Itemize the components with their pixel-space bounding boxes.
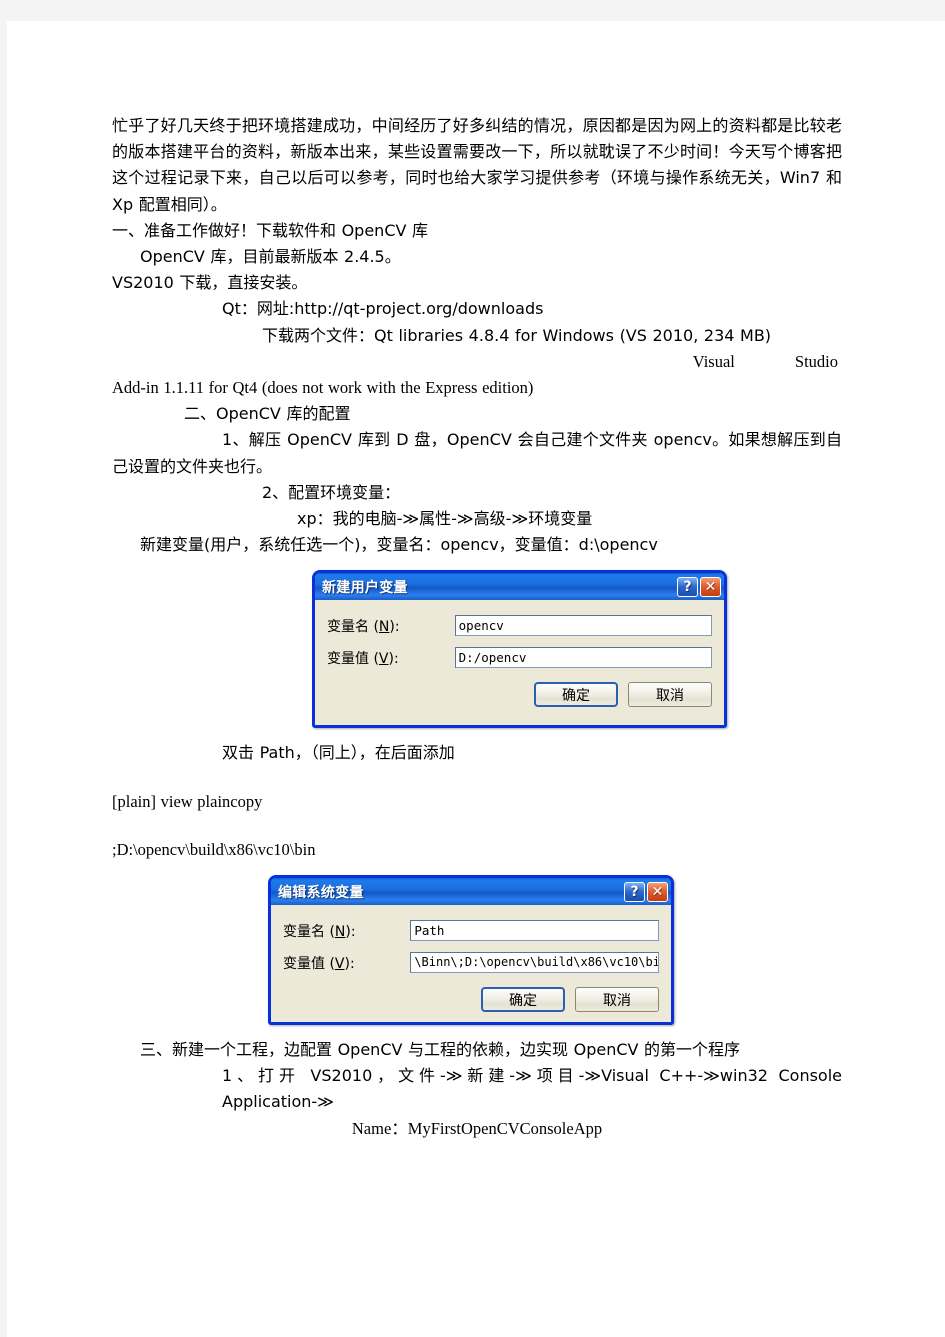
paragraph-xp-path: xp：我的电脑-≫属性-≫高级-≫环境变量	[297, 509, 593, 529]
word-studio: Studio	[794, 351, 838, 371]
dialog-title: 新建用户变量	[322, 579, 408, 596]
label-accesskey: N	[334, 923, 346, 940]
variable-value-label: 变量值 (V):	[283, 953, 410, 973]
label-prefix: 变量值 (	[283, 955, 335, 972]
paragraph-intro: 忙乎了好几天终于把环境搭建成功，中间经历了好多纠结的情况，原因都是因为网上的资料…	[112, 116, 842, 214]
label-suffix: ):	[344, 955, 355, 972]
field-row-variable-name: 变量名 (N): opencv	[327, 615, 712, 637]
titlebar-buttons: ? ✕	[677, 576, 721, 597]
label-accesskey: N	[378, 618, 390, 635]
help-icon[interactable]: ?	[624, 881, 645, 902]
paragraph-vs2010-download: VS2010 下载，直接安装。	[112, 273, 308, 293]
field-row-variable-value: 变量值 (V): \Binn\;D:\opencv\build\x86\vc10…	[283, 952, 659, 974]
dialog-edit-system-variable[interactable]: 编辑系统变量 ? ✕ 变量名 (N): Path 变量值 (V): \Binn\…	[268, 875, 674, 1026]
paragraph-opencv-version: OpenCV 库，目前最新版本 2.4.5。	[140, 247, 401, 267]
paragraph-step-2: 2、配置环境变量：	[262, 482, 401, 502]
paragraph-step-1: 1、解压 OpenCV 库到 D 盘，OpenCV 会自己建个文件夹 openc…	[112, 430, 842, 476]
variable-value-input[interactable]: D:/opencv	[454, 647, 712, 669]
paragraph-path-snippet: ;D:\opencv\build\x86\vc10\bin	[112, 839, 316, 859]
label-accesskey: V	[378, 650, 389, 667]
variable-name-label: 变量名 (N):	[283, 921, 410, 941]
dialog-titlebar[interactable]: 新建用户变量 ? ✕	[315, 573, 724, 601]
dialog-title: 编辑系统变量	[278, 884, 364, 901]
document-body: 忙乎了好几天终于把环境搭建成功，中间经历了好多纠结的情况，原因都是因为网上的资料…	[112, 113, 842, 1142]
paragraph-double-click-path: 双击 Path，（同上），在后面添加	[222, 743, 455, 763]
dialog-button-row: 确定 取消	[283, 987, 659, 1013]
titlebar-buttons: ? ✕	[624, 881, 668, 902]
word-visual: Visual	[692, 351, 735, 371]
cancel-button[interactable]: 取消	[575, 987, 659, 1013]
heading-section-three: 三、新建一个工程，边配置 OpenCV 与工程的依赖，边实现 OpenCV 的第…	[140, 1040, 741, 1060]
paragraph-step-open-vs: 1、打开 VS2010，文件-≫新建-≫项目-≫Visual C++-≫win3…	[222, 1066, 842, 1112]
paragraph-plain-view-copy: [plain] view plaincopy	[112, 791, 263, 811]
close-icon[interactable]: ✕	[647, 881, 668, 902]
close-icon[interactable]: ✕	[700, 576, 721, 597]
label-suffix: ):	[389, 618, 400, 635]
paragraph-new-variable: 新建变量(用户，系统任选一个)，变量名：opencv，变量值：d:\opencv	[140, 535, 658, 555]
label-prefix: 变量名 (	[327, 618, 379, 635]
ok-button[interactable]: 确定	[534, 682, 618, 708]
paragraph-qt-addin: Add-in 1.1.11 for Qt4 (does not work wit…	[112, 378, 534, 398]
field-row-variable-name: 变量名 (N): Path	[283, 920, 659, 942]
ok-button[interactable]: 确定	[481, 987, 565, 1013]
label-suffix: ):	[345, 923, 356, 940]
variable-name-input[interactable]: Path	[410, 920, 659, 942]
field-row-variable-value: 变量值 (V): D:/opencv	[327, 647, 712, 669]
dialog-titlebar[interactable]: 编辑系统变量 ? ✕	[271, 878, 671, 906]
help-icon[interactable]: ?	[677, 576, 698, 597]
label-accesskey: V	[334, 955, 345, 972]
dialog-new-user-variable[interactable]: 新建用户变量 ? ✕ 变量名 (N): opencv 变量值 (V): D:/o…	[312, 570, 727, 729]
document-page: 忙乎了好几天终于把环境搭建成功，中间经历了好多纠结的情况，原因都是因为网上的资料…	[7, 21, 945, 1337]
paragraph-project-name: Name：MyFirstOpenCVConsoleApp	[351, 1118, 603, 1138]
dialog-body: 变量名 (N): opencv 变量值 (V): D:/opencv 确定 取消	[315, 600, 724, 717]
paragraph-qt-files: 下载两个文件：Qt libraries 4.8.4 for Windows (V…	[262, 325, 772, 345]
paragraph-qt-url: Qt：网址:http://qt-project.org/downloads	[222, 299, 544, 319]
variable-value-input[interactable]: \Binn\;D:\opencv\build\x86\vc10\bin;	[410, 952, 659, 974]
dialog-body: 变量名 (N): Path 变量值 (V): \Binn\;D:\opencv\…	[271, 905, 671, 1022]
label-prefix: 变量值 (	[327, 650, 379, 667]
label-prefix: 变量名 (	[283, 923, 335, 940]
heading-section-two: 二、OpenCV 库的配置	[184, 404, 351, 424]
variable-name-label: 变量名 (N):	[327, 616, 455, 636]
variable-name-input[interactable]: opencv	[454, 615, 712, 637]
dialog-button-row: 确定 取消	[327, 682, 712, 708]
label-suffix: ):	[388, 650, 399, 667]
heading-section-one: 一、准备工作做好！下载软件和 OpenCV 库	[112, 220, 429, 240]
variable-value-label: 变量值 (V):	[327, 648, 455, 668]
cancel-button[interactable]: 取消	[628, 682, 712, 708]
paragraph-visual-studio-split: Visual Studio	[112, 349, 842, 375]
